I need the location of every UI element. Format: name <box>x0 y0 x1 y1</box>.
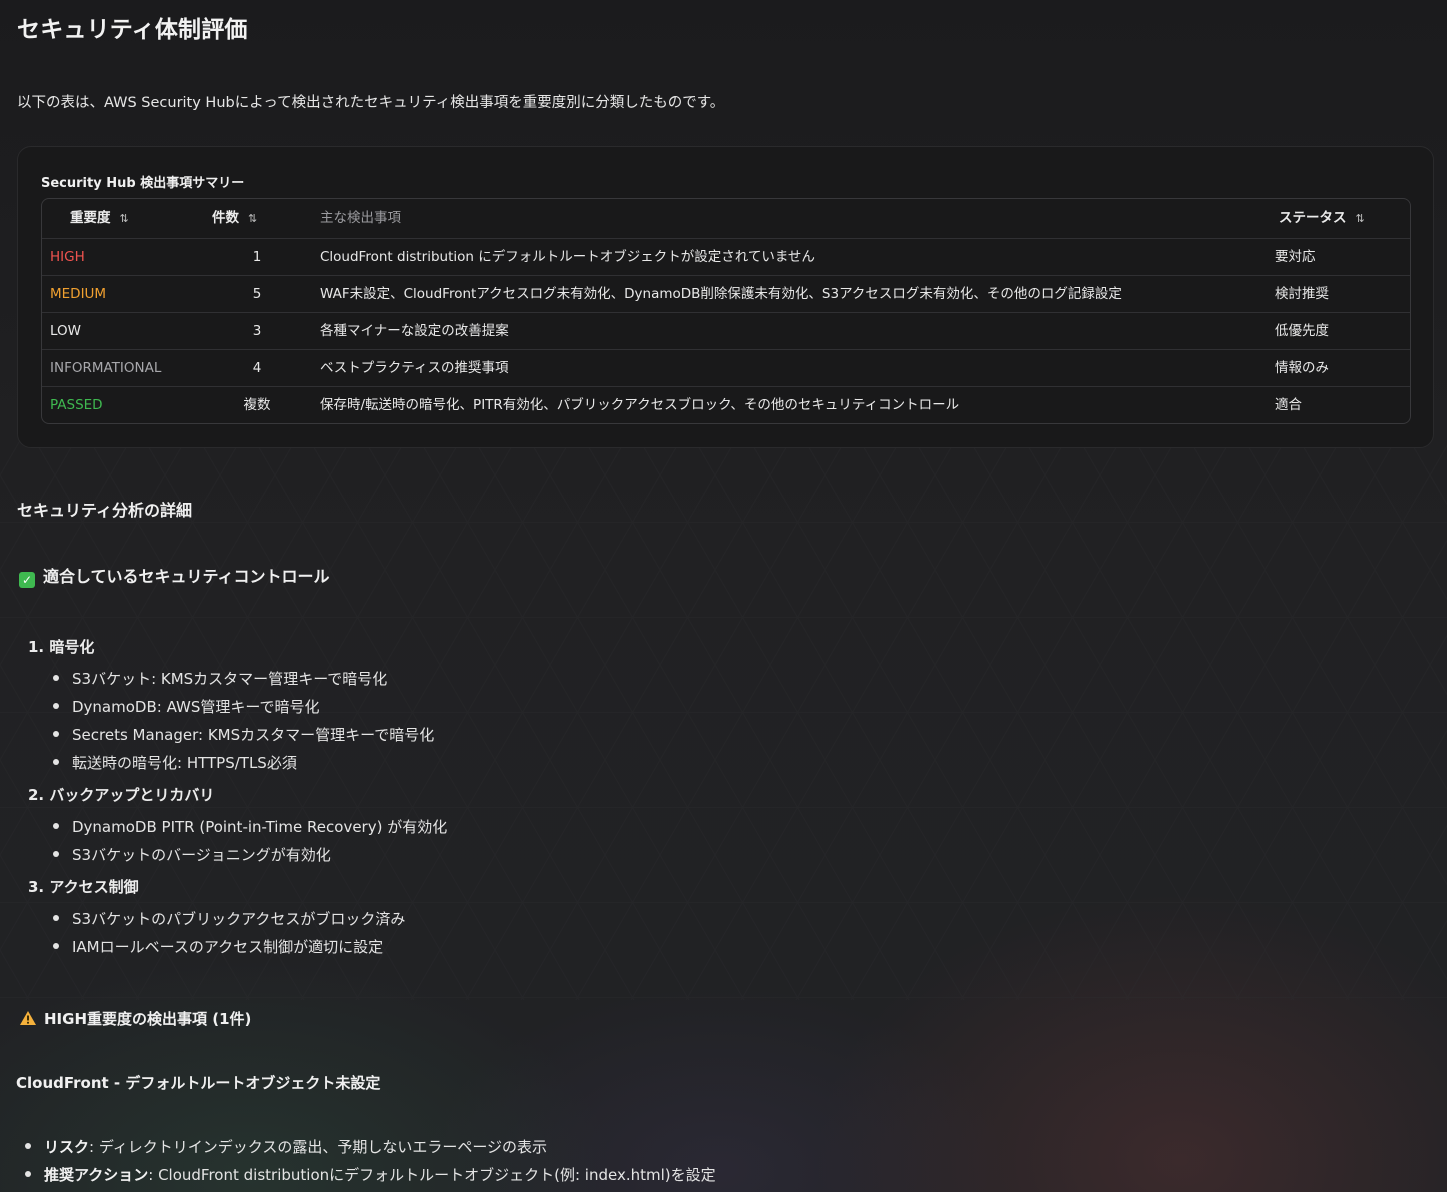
page-title: セキュリティ体制評価 <box>17 17 248 43</box>
status-cell: 適合 <box>1275 397 1302 413</box>
severity-cell: LOW <box>50 323 82 339</box>
column-header-findings: 主な検出事項 <box>320 210 401 226</box>
count-cell: 4 <box>252 360 262 376</box>
severity-cell: INFORMATIONAL <box>50 360 162 376</box>
list-item: Secrets Manager: KMSカスタマー管理キーで暗号化 <box>53 724 434 745</box>
list-item: DynamoDB PITR (Point-in-Time Recovery) が… <box>53 816 447 837</box>
bullet-icon <box>53 943 59 949</box>
column-header-severity[interactable]: 重要度 ⇅ <box>70 199 129 237</box>
list-item-text: S3バケットのバージョニングが有効化 <box>72 846 331 864</box>
findings-cell: 各種マイナーな設定の改善提案 <box>320 323 509 339</box>
column-label-count: 件数 <box>212 210 239 226</box>
count-cell: 1 <box>252 249 262 265</box>
bullet-icon <box>53 731 59 737</box>
finding-label: 推奨アクション <box>44 1166 149 1184</box>
findings-cell: 保存時/転送時の暗号化、PITR有効化、パブリックアクセスブロック、その他のセキ… <box>320 397 960 413</box>
list-item-text: IAMロールベースのアクセス制御が適切に設定 <box>72 938 384 956</box>
high-findings-heading-text: HIGH重要度の検出事項 (1件) <box>44 1010 252 1028</box>
list-item: 転送時の暗号化: HTTPS/TLS必須 <box>53 752 297 773</box>
check-icon: ✓ <box>19 572 35 588</box>
bullet-icon <box>25 1143 31 1149</box>
table-row: LOW 3 各種マイナーな設定の改善提案 低優先度 <box>42 312 1410 349</box>
list-item-text: Secrets Manager: KMSカスタマー管理キーで暗号化 <box>72 726 435 744</box>
list-item: 推奨アクション: CloudFront distributionにデフォルトルー… <box>25 1164 716 1185</box>
list-item: IAMロールベースのアクセス制御が適切に設定 <box>53 936 383 957</box>
list-item: DynamoDB: AWS管理キーで暗号化 <box>53 696 319 717</box>
finding-label: リスク <box>44 1138 90 1156</box>
bullet-icon <box>53 823 59 829</box>
column-label-severity: 重要度 <box>70 210 111 226</box>
sort-icon[interactable]: ⇅ <box>1356 200 1365 238</box>
findings-cell: WAF未設定、CloudFrontアクセスログ未有効化、DynamoDB削除保護… <box>320 286 1122 302</box>
count-cell: 3 <box>252 323 262 339</box>
status-cell: 情報のみ <box>1275 360 1329 376</box>
list-group-title: 2. バックアップとリカバリ <box>28 786 215 804</box>
column-header-status[interactable]: ステータス ⇅ <box>1279 199 1365 237</box>
severity-cell: HIGH <box>50 249 85 265</box>
high-findings-heading: HIGH重要度の検出事項 (1件) <box>19 1008 251 1029</box>
severity-cell: MEDIUM <box>50 286 107 302</box>
list-item: リスク: ディレクトリインデックスの露出、予期しないエラーページの表示 <box>25 1136 547 1157</box>
list-item-text: 転送時の暗号化: HTTPS/TLS必須 <box>72 754 297 772</box>
bullet-icon <box>53 703 59 709</box>
list-item-text: DynamoDB PITR (Point-in-Time Recovery) が… <box>72 818 448 836</box>
count-cell: 5 <box>252 286 262 302</box>
summary-title: Security Hub 検出事項サマリー <box>41 176 245 191</box>
summary-card: Security Hub 検出事項サマリー 重要度 ⇅ 件数 ⇅ 主な検出事項 ステ… <box>17 146 1434 448</box>
sort-icon[interactable]: ⇅ <box>120 200 129 238</box>
table-header: 重要度 ⇅ 件数 ⇅ 主な検出事項 ステータス ⇅ <box>42 199 1410 238</box>
severity-cell: PASSED <box>50 397 103 413</box>
table-row: INFORMATIONAL 4 ベストプラクティスの推奨事項 情報のみ <box>42 349 1410 386</box>
count-cell: 複数 <box>243 397 271 413</box>
list-item: S3バケット: KMSカスタマー管理キーで暗号化 <box>53 668 387 689</box>
list-group-title: 3. アクセス制御 <box>28 878 139 896</box>
bullet-icon <box>53 759 59 765</box>
list-item: S3バケットのバージョニングが有効化 <box>53 844 331 865</box>
bullet-icon <box>25 1171 31 1177</box>
warning-icon <box>20 1011 36 1025</box>
finding-text: : ディレクトリインデックスの露出、予期しないエラーページの表示 <box>89 1138 548 1156</box>
bullet-icon <box>53 851 59 857</box>
finding-text: : CloudFront distributionにデフォルトルートオブジェクト… <box>148 1166 716 1184</box>
list-item-text: S3バケット: KMSカスタマー管理キーで暗号化 <box>72 670 388 688</box>
list-item-text: S3バケットのパブリックアクセスがブロック済み <box>72 910 406 928</box>
bullet-icon <box>53 675 59 681</box>
column-label-status: ステータス <box>1279 210 1347 226</box>
findings-cell: CloudFront distribution にデフォルトルートオブジェクトが… <box>320 249 815 265</box>
list-item-text: DynamoDB: AWS管理キーで暗号化 <box>72 698 320 716</box>
intro-text: 以下の表は、AWS Security Hubによって検出されたセキュリティ検出事… <box>17 95 725 111</box>
status-cell: 低優先度 <box>1275 323 1329 339</box>
table-row: PASSED 複数 保存時/転送時の暗号化、PITR有効化、パブリックアクセスブ… <box>42 386 1410 423</box>
sort-icon[interactable]: ⇅ <box>248 200 257 238</box>
table-row: MEDIUM 5 WAF未設定、CloudFrontアクセスログ未有効化、Dyn… <box>42 275 1410 312</box>
analysis-heading: セキュリティ分析の詳細 <box>17 501 193 520</box>
column-header-count[interactable]: 件数 ⇅ <box>212 199 257 237</box>
bullet-icon <box>53 915 59 921</box>
compliant-heading: ✓ 適合しているセキュリティコントロール <box>19 563 330 588</box>
table-row: HIGH 1 CloudFront distribution にデフォルトルート… <box>42 238 1410 275</box>
findings-cell: ベストプラクティスの推奨事項 <box>320 360 509 376</box>
summary-table: 重要度 ⇅ 件数 ⇅ 主な検出事項 ステータス ⇅ HIGH 1 CloudFront… <box>41 198 1411 424</box>
status-cell: 要対応 <box>1275 249 1316 265</box>
finding-title: CloudFront - デフォルトルートオブジェクト未設定 <box>16 1074 381 1092</box>
compliant-heading-text: 適合しているセキュリティコントロール <box>43 567 330 586</box>
list-group-title: 1. 暗号化 <box>28 638 95 656</box>
list-item: S3バケットのパブリックアクセスがブロック済み <box>53 908 405 929</box>
status-cell: 検討推奨 <box>1275 286 1329 302</box>
